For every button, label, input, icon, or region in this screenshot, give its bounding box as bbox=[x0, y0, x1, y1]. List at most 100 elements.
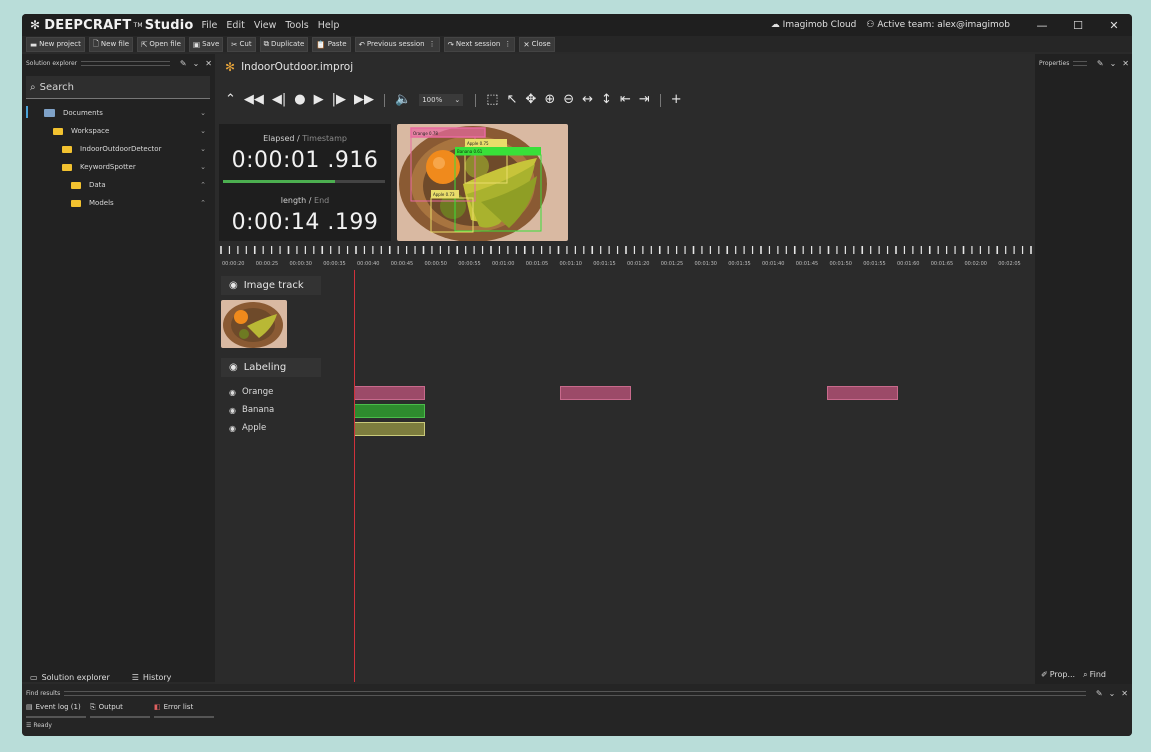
zoom-selection-icon[interactable]: ⬚ bbox=[486, 92, 498, 108]
chevron-up-icon[interactable]: ⌃ bbox=[200, 181, 206, 189]
step-back-icon[interactable]: ◀| bbox=[272, 92, 286, 108]
close-icon[interactable]: ✕ bbox=[1122, 59, 1129, 68]
fit-horizontal-icon[interactable]: ↔ bbox=[582, 92, 593, 108]
close-button[interactable]: ✕ Close bbox=[519, 36, 555, 52]
next-session-button[interactable]: ↷ Next session ⋮ bbox=[443, 36, 516, 52]
play-icon[interactable]: ▶ bbox=[314, 92, 324, 108]
redo-arrow-icon: ↷ bbox=[447, 39, 454, 49]
maximize-icon[interactable]: ☐ bbox=[1060, 19, 1096, 32]
move-icon[interactable]: ✥ bbox=[525, 92, 536, 108]
pointer-icon[interactable]: ↖ bbox=[507, 92, 518, 108]
minimize-icon[interactable]: — bbox=[1024, 19, 1060, 32]
document-tab[interactable]: ✻ IndoorOutdoor.improj bbox=[225, 60, 353, 74]
chevron-down-icon[interactable]: ⌄ bbox=[200, 163, 206, 171]
fit-vertical-icon[interactable]: ↕ bbox=[601, 92, 612, 108]
label-segment-orange[interactable] bbox=[560, 386, 631, 400]
tab-find[interactable]: Find bbox=[1090, 670, 1106, 680]
add-icon[interactable]: + bbox=[671, 92, 682, 108]
menu-tools[interactable]: Tools bbox=[285, 20, 308, 31]
new-file-label: New file bbox=[100, 40, 130, 48]
tab-event-log[interactable]: ▤ Event log (1) bbox=[26, 698, 86, 718]
open-file-button[interactable]: ⇱ Open file bbox=[137, 36, 185, 52]
chevron-down-icon[interactable]: ⌄ bbox=[200, 109, 206, 117]
menu-edit[interactable]: Edit bbox=[226, 20, 244, 31]
tab-error-list[interactable]: ◧ Error list bbox=[154, 698, 214, 718]
fast-forward-icon[interactable]: ▶▶ bbox=[354, 92, 374, 108]
header-grip[interactable] bbox=[81, 60, 170, 66]
zoom-select[interactable]: 100% ⌄ bbox=[419, 94, 464, 106]
duplicate-button[interactable]: ⧉ Duplicate bbox=[259, 36, 309, 52]
chevron-up-icon[interactable]: ⌃ bbox=[200, 199, 206, 207]
menu-help[interactable]: Help bbox=[318, 20, 340, 31]
save-button[interactable]: ▣ Save bbox=[188, 36, 224, 52]
eye-icon[interactable]: ◉ bbox=[229, 280, 238, 291]
active-team[interactable]: ⚇ Active team: alex@imagimob bbox=[866, 20, 1010, 30]
record-icon[interactable]: ● bbox=[294, 92, 305, 108]
header-grip[interactable] bbox=[1073, 60, 1087, 66]
tree-item-keywordspotter[interactable]: KeywordSpotter ⌄ bbox=[22, 158, 212, 176]
rewind-icon[interactable]: ◀◀ bbox=[244, 92, 264, 108]
cloud-link[interactable]: ☁ Imagimob Cloud bbox=[771, 20, 857, 30]
label-segment-orange[interactable] bbox=[827, 386, 898, 400]
pin-icon[interactable]: ✎ bbox=[1096, 689, 1103, 698]
cut-button[interactable]: ✂ Cut bbox=[227, 36, 256, 52]
chevron-down-icon[interactable]: ⌄ bbox=[193, 59, 200, 68]
chevron-down-icon[interactable]: ⌄ bbox=[200, 145, 206, 153]
labeling-track-header[interactable]: ◉ Labeling bbox=[221, 358, 321, 377]
tab-solution-explorer[interactable]: Solution explorer bbox=[42, 673, 110, 682]
header-grip[interactable] bbox=[64, 690, 1086, 696]
collapse-up-icon[interactable]: ⌃ bbox=[225, 92, 236, 108]
zoom-in-icon[interactable]: ⊕ bbox=[544, 92, 555, 108]
tab-history[interactable]: History bbox=[143, 673, 171, 682]
close-icon[interactable]: ✕ bbox=[1096, 19, 1132, 32]
tree-item-workspace[interactable]: Workspace ⌄ bbox=[22, 122, 212, 140]
tree-item-documents[interactable]: Documents ⌄ bbox=[22, 104, 212, 122]
eye-icon[interactable]: ◉ bbox=[229, 388, 236, 397]
jump-end-icon[interactable]: ⇥ bbox=[639, 92, 650, 108]
chevron-down-icon[interactable]: ⌄ bbox=[1110, 59, 1117, 68]
label-segment-orange[interactable] bbox=[354, 386, 425, 400]
menu-view[interactable]: View bbox=[254, 20, 277, 31]
eye-icon[interactable]: ◉ bbox=[229, 406, 236, 415]
eye-icon[interactable]: ◉ bbox=[229, 424, 236, 433]
label-segment-banana[interactable] bbox=[354, 404, 425, 418]
menu-file[interactable]: File bbox=[202, 20, 218, 31]
more-vertical-icon[interactable]: ⋮ bbox=[504, 40, 511, 48]
pin-icon[interactable]: ✎ bbox=[1097, 59, 1104, 68]
tree-item-data[interactable]: Data ⌃ bbox=[22, 176, 212, 194]
image-track-header[interactable]: ◉ Image track bbox=[221, 276, 321, 295]
new-file-button[interactable]: 🗋 New file bbox=[88, 36, 134, 52]
step-forward-icon[interactable]: |▶ bbox=[332, 92, 346, 108]
eye-icon[interactable]: ◉ bbox=[229, 362, 238, 373]
search-input[interactable]: ⌕ Search bbox=[26, 76, 210, 99]
close-icon[interactable]: ✕ bbox=[205, 59, 212, 68]
chevron-down-icon[interactable]: ⌄ bbox=[1109, 689, 1116, 698]
zoom-out-icon[interactable]: ⊖ bbox=[563, 92, 574, 108]
playhead[interactable] bbox=[354, 270, 355, 682]
properties-panel: Properties ✎ ⌄ ✕ ✐ Prop... ⌕ Find bbox=[1035, 54, 1132, 684]
more-vertical-icon[interactable]: ⋮ bbox=[429, 40, 436, 48]
image-track-thumbnail[interactable] bbox=[221, 300, 287, 348]
tree-item-models[interactable]: Models ⌃ bbox=[22, 194, 212, 212]
properties-title: Properties bbox=[1039, 59, 1070, 67]
new-project-label: New project bbox=[39, 40, 81, 48]
volume-icon[interactable]: 🔈 bbox=[395, 92, 411, 108]
label-row-orange[interactable]: ◉ Orange bbox=[229, 385, 273, 399]
previous-session-button[interactable]: ↶ Previous session ⋮ bbox=[354, 36, 440, 52]
jump-start-icon[interactable]: ⇤ bbox=[620, 92, 631, 108]
label-row-apple[interactable]: ◉ Apple bbox=[229, 421, 266, 435]
video-preview[interactable]: Orange 0.78 Apple 0.75 Banana 0.61 Apple… bbox=[397, 124, 568, 241]
tree-item-indooroutdoordetector[interactable]: IndoorOutdoorDetector ⌄ bbox=[22, 140, 212, 158]
label-row-banana[interactable]: ◉ Banana bbox=[229, 403, 274, 417]
tab-properties[interactable]: Prop... bbox=[1050, 670, 1075, 680]
label-segment-apple[interactable] bbox=[354, 422, 425, 436]
paste-button[interactable]: 📋 Paste bbox=[312, 36, 351, 52]
chevron-down-icon[interactable]: ⌄ bbox=[200, 127, 206, 135]
close-icon[interactable]: ✕ bbox=[1121, 689, 1128, 698]
main-toolbar: ▬ New project 🗋 New file ⇱ Open file ▣ Save … bbox=[22, 36, 1132, 52]
timeline-ruler[interactable]: 00:00:20 00:00:25 00:00:30 00:00:35 00:00:40… bbox=[219, 244, 1035, 268]
playback-progress[interactable] bbox=[223, 180, 385, 183]
tab-output[interactable]: ⎘ Output bbox=[90, 698, 150, 718]
pin-icon[interactable]: ✎ bbox=[180, 59, 187, 68]
new-project-button[interactable]: ▬ New project bbox=[26, 36, 85, 52]
